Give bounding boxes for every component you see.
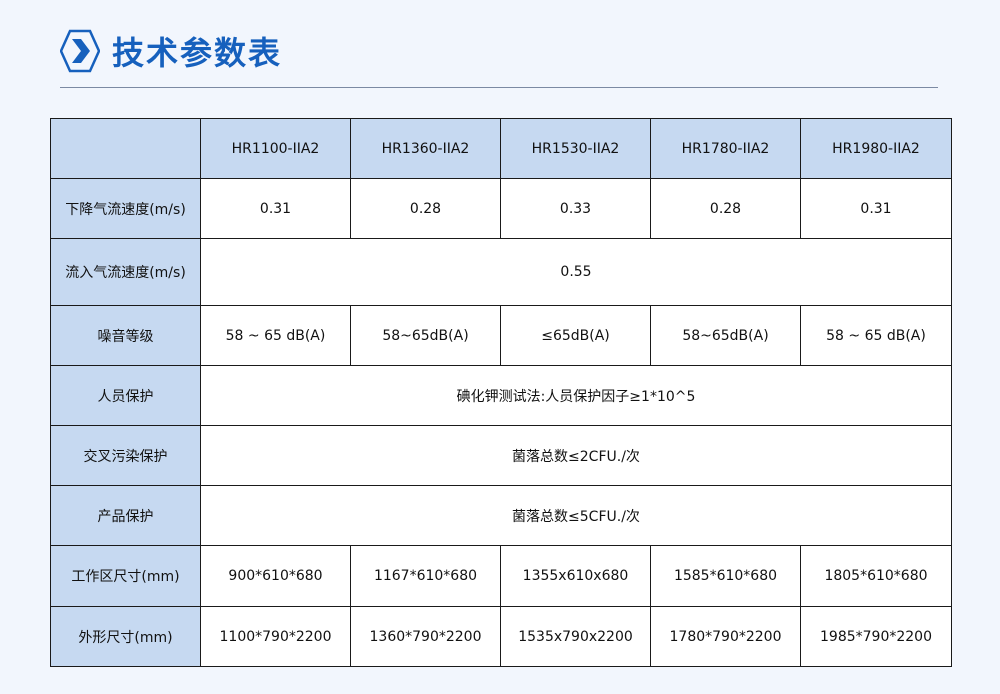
table-cell: 1355x610x680 <box>500 545 651 607</box>
model-header: HR1980-IIA2 <box>800 118 952 179</box>
table-cell: 58 ~ 65 dB(A) <box>200 305 351 366</box>
row-label: 噪音等级 <box>50 305 201 366</box>
model-header: HR1100-IIA2 <box>200 118 351 179</box>
merged-cell: 0.55 <box>200 238 952 306</box>
table-cell: 0.28 <box>650 178 801 239</box>
table-cell: 58~65dB(A) <box>350 305 501 366</box>
table-cell: 0.31 <box>200 178 351 239</box>
table-cell: 0.33 <box>500 178 651 239</box>
table-row: 产品保护 菌落总数≤5CFU./次 <box>50 485 952 546</box>
model-header: HR1360-IIA2 <box>350 118 501 179</box>
table-row: 外形尺寸(mm) 1100*790*2200 1360*790*2200 153… <box>50 606 952 667</box>
table-row: 噪音等级 58 ~ 65 dB(A) 58~65dB(A) ≤65dB(A) 5… <box>50 305 952 366</box>
table-cell: 0.28 <box>350 178 501 239</box>
merged-cell: 菌落总数≤5CFU./次 <box>200 485 952 546</box>
model-header: HR1780-IIA2 <box>650 118 801 179</box>
merged-cell: 菌落总数≤2CFU./次 <box>200 425 952 486</box>
row-label: 产品保护 <box>50 485 201 546</box>
row-label: 交叉污染保护 <box>50 425 201 486</box>
row-label: 下降气流速度(m/s) <box>50 178 201 239</box>
table-cell: 1100*790*2200 <box>200 606 351 667</box>
table-header-row: HR1100-IIA2 HR1360-IIA2 HR1530-IIA2 HR17… <box>50 118 952 179</box>
table-cell: ≤65dB(A) <box>500 305 651 366</box>
table-cell: 900*610*680 <box>200 545 351 607</box>
table-row: 人员保护 碘化钾测试法:人员保护因子≥1*10^5 <box>50 365 952 426</box>
row-label: 外形尺寸(mm) <box>50 606 201 667</box>
table-row: 下降气流速度(m/s) 0.31 0.28 0.33 0.28 0.31 <box>50 178 952 239</box>
page-header: 技术参数表 <box>60 26 282 76</box>
table-cell: 1780*790*2200 <box>650 606 801 667</box>
table-cell: 0.31 <box>800 178 952 239</box>
corner-cell <box>50 118 201 179</box>
model-header: HR1530-IIA2 <box>500 118 651 179</box>
table-row: 流入气流速度(m/s) 0.55 <box>50 238 952 306</box>
row-label: 工作区尺寸(mm) <box>50 545 201 607</box>
row-label: 流入气流速度(m/s) <box>50 238 201 306</box>
spec-table: HR1100-IIA2 HR1360-IIA2 HR1530-IIA2 HR17… <box>50 118 952 667</box>
row-label: 人员保护 <box>50 365 201 426</box>
table-cell: 1535x790x2200 <box>500 606 651 667</box>
chevron-hexagon-icon <box>60 29 100 73</box>
table-row: 工作区尺寸(mm) 900*610*680 1167*610*680 1355x… <box>50 545 952 607</box>
table-cell: 58 ~ 65 dB(A) <box>800 305 952 366</box>
title-divider <box>60 87 938 88</box>
merged-cell: 碘化钾测试法:人员保护因子≥1*10^5 <box>200 365 952 426</box>
table-cell: 1585*610*680 <box>650 545 801 607</box>
table-cell: 1985*790*2200 <box>800 606 952 667</box>
table-cell: 1805*610*680 <box>800 545 952 607</box>
table-cell: 1167*610*680 <box>350 545 501 607</box>
table-cell: 58~65dB(A) <box>650 305 801 366</box>
table-cell: 1360*790*2200 <box>350 606 501 667</box>
table-row: 交叉污染保护 菌落总数≤2CFU./次 <box>50 425 952 486</box>
page-title: 技术参数表 <box>112 34 283 72</box>
